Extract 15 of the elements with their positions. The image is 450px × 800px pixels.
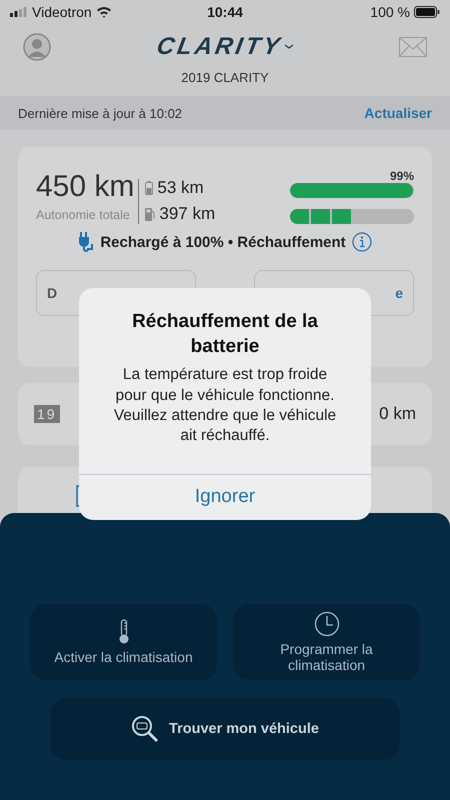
- battery-percent: 100 %: [370, 4, 410, 20]
- odometer-digits: 19: [34, 405, 60, 423]
- alert-title: Réchauffement de la batterie: [131, 310, 319, 359]
- odometer-value: 0 km: [379, 404, 416, 424]
- range-value: 53 km: [157, 178, 204, 198]
- vehicle-name: 2019 CLARITY: [180, 70, 270, 87]
- total-range: 450 km: [36, 170, 134, 204]
- update-text: Dernière mise à jour à 10:02: [18, 106, 182, 120]
- clock: 10:44: [207, 4, 243, 20]
- charge-percent: 99%: [390, 169, 414, 183]
- alert-message: La température est trop froide pour que le véhicule fonctionne. Veuillez attendre que le véhicule ait réchauffé.: [112, 365, 338, 446]
- carrier-name: Videotron: [32, 4, 92, 20]
- total-range-label: Autonomie totale: [36, 208, 131, 222]
- range-value: 397 km: [159, 204, 216, 224]
- charge-status: Rechargé à 100% • Réchauffement: [100, 234, 346, 250]
